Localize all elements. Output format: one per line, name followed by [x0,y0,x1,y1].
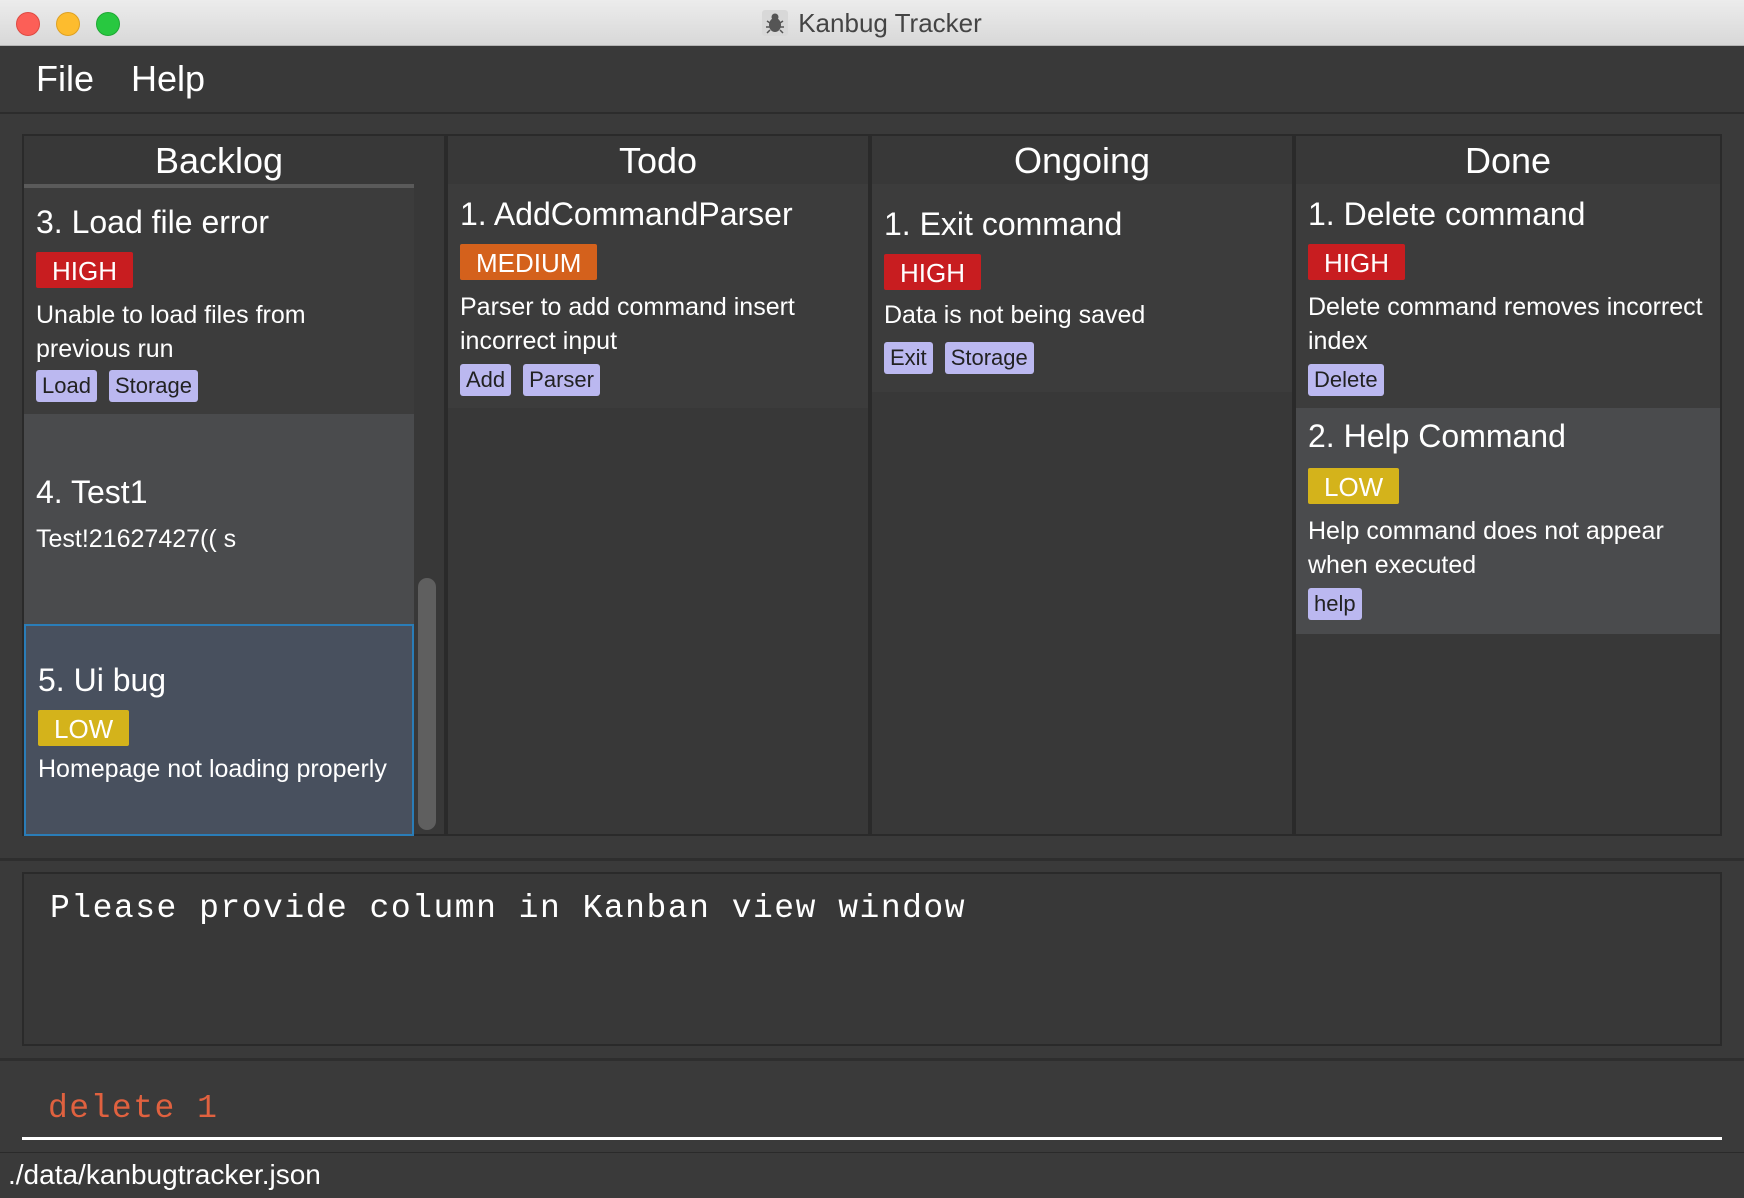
priority-badge: LOW [38,710,130,746]
window-title-wrap: Kanbug Tracker [0,0,1744,46]
card-tags: Delete [1308,364,1384,396]
tag: Parser [523,364,600,396]
result-display: Please provide column in Kanban view win… [22,872,1722,1046]
card-tags: Add Parser [460,364,600,396]
card-description: Help command does not appear when execut… [1308,517,1664,579]
divider [0,858,1744,861]
priority-badge: HIGH [1308,244,1405,280]
divider [0,1058,1744,1061]
card-description: Delete command removes incorrect index [1308,293,1703,355]
menu-bar: File Help [0,46,1744,114]
column-done: Done 1. Delete command HIGH Delete comma… [1294,134,1722,836]
card-description: Unable to load files from previous run [36,301,306,363]
card-tags: help [1308,588,1362,620]
priority-badge: MEDIUM [460,244,598,280]
card-title: 4. Test1 [36,474,148,510]
card-backlog-4[interactable]: 4. Test1 Test!21627427(( s [24,414,414,624]
tag: Delete [1308,364,1384,396]
priority-badge: HIGH [36,252,133,288]
card-ongoing-1[interactable]: 1. Exit command HIGH Data is not being s… [872,184,1292,392]
storage-path: ./data/kanbugtracker.json [8,1159,321,1190]
card-backlog-5-selected[interactable]: 5. Ui bug LOW Homepage not loading prope… [24,624,414,836]
card-done-1[interactable]: 1. Delete command HIGH Delete command re… [1296,184,1720,408]
column-backlog: Backlog 3. Load file error HIGH Unable t… [22,134,446,836]
card-tags: Load Storage [36,370,199,402]
priority-badge: LOW [1308,468,1400,504]
column-ongoing: Ongoing 1. Exit command HIGH Data is not… [870,134,1294,836]
card-title: 1. Delete command [1308,196,1586,232]
card-title: 3. Load file error [36,204,270,240]
tag: help [1308,588,1362,620]
bug-icon [762,10,789,36]
tag: Storage [108,370,199,402]
command-input[interactable] [22,1080,1722,1140]
tag: Storage [944,342,1034,374]
column-todo: Todo 1. AddCommandParser MEDIUM Parser t… [446,134,870,836]
card-done-2[interactable]: 2. Help Command LOW Help command does no… [1296,408,1720,634]
card-description: Homepage not loading properly [38,755,387,783]
backlog-scrollbar[interactable] [418,578,436,830]
kanban-board: Backlog 3. Load file error HIGH Unable t… [22,134,1722,836]
card-tags: Exit Storage [884,342,1034,374]
column-header-done: Done [1464,140,1552,181]
tag: Exit [884,342,933,374]
card-title: 1. AddCommandParser [460,196,793,232]
tag: Load [36,370,97,402]
column-header-ongoing: Ongoing [1013,140,1151,181]
tag: Add [460,364,512,396]
card-description: Test!21627427(( s [36,525,237,553]
card-title: 1. Exit command [884,206,1123,242]
status-bar: ./data/kanbugtracker.json [0,1152,1744,1198]
card-todo-1[interactable]: 1. AddCommandParser MEDIUM Parser to add… [448,184,868,408]
card-title: 2. Help Command [1308,418,1566,454]
card-backlog-3[interactable]: 3. Load file error HIGH Unable to load f… [24,188,414,414]
priority-badge: HIGH [884,254,981,290]
menu-help[interactable]: Help [131,58,205,100]
title-bar: Kanbug Tracker [0,0,1744,46]
column-header-todo: Todo [618,140,698,181]
card-description: Data is not being saved [884,301,1146,329]
card-description: Parser to add command insert incorrect i… [460,293,795,355]
menu-file[interactable]: File [36,58,94,100]
column-header-backlog: Backlog [154,140,284,181]
result-text: Please provide column in Kanban view win… [50,890,967,927]
window-title: Kanbug Tracker [798,7,982,38]
card-title: 5. Ui bug [38,662,167,698]
